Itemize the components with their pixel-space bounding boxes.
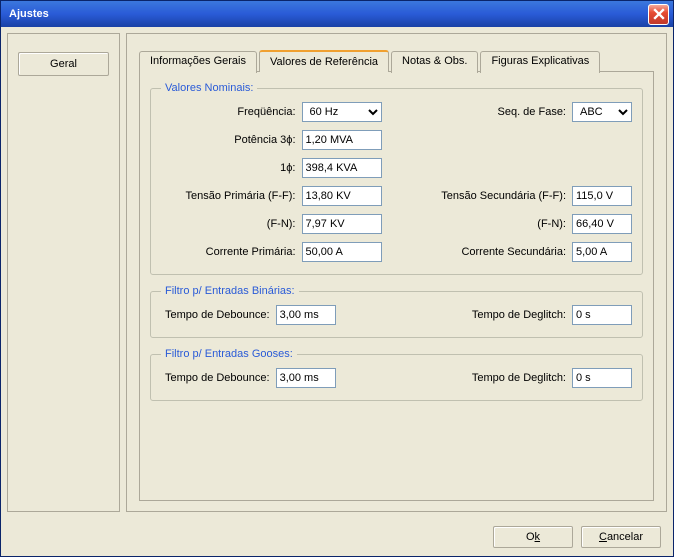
input-fn-sec[interactable] (572, 214, 632, 234)
tab-figuras-explicativas[interactable]: Figuras Explicativas (480, 51, 600, 73)
sidebar: Geral (7, 33, 120, 512)
label-goose-deglitch: Tempo de Deglitch: (412, 372, 567, 384)
input-goose-debounce[interactable] (276, 368, 336, 388)
label-fn-prim: (F-N): (161, 218, 296, 230)
label-tensao-prim-ff: Tensão Primária (F-F): (161, 190, 296, 202)
input-goose-deglitch[interactable] (572, 368, 632, 388)
input-bin-deglitch[interactable] (572, 305, 632, 325)
label-corrente-prim: Corrente Primária: (161, 246, 296, 258)
input-tensao-sec-ff[interactable] (572, 186, 632, 206)
group-valores-nominais: Valores Nominais: Freqüência: 60 Hz Seq.… (150, 82, 643, 275)
close-button[interactable] (648, 4, 669, 25)
label-frequencia: Freqüência: (161, 106, 296, 118)
label-goose-debounce: Tempo de Debounce: (165, 372, 270, 384)
footer: Ok Cancelar (1, 518, 673, 556)
legend-nominais: Valores Nominais: (161, 82, 257, 94)
input-1f[interactable] (302, 158, 382, 178)
settings-window: Ajustes Geral Informações Gerais Valores… (0, 0, 674, 557)
input-corrente-sec[interactable] (572, 242, 632, 262)
label-1f: 1ϕ: (161, 162, 296, 174)
ok-button[interactable]: Ok (493, 526, 573, 548)
input-corrente-prim[interactable] (302, 242, 382, 262)
tab-bar: Informações Gerais Valores de Referência… (139, 49, 654, 72)
label-seqfase: Seq. de Fase: (412, 106, 567, 118)
legend-gooses: Filtro p/ Entradas Gooses: (161, 348, 297, 360)
label-bin-debounce: Tempo de Debounce: (165, 309, 270, 321)
window-title: Ajustes (5, 8, 648, 20)
group-filtro-binarias: Filtro p/ Entradas Binárias: Tempo de De… (150, 285, 643, 338)
input-fn-prim[interactable] (302, 214, 382, 234)
select-seqfase[interactable]: ABC (572, 102, 632, 122)
titlebar: Ajustes (1, 1, 673, 27)
label-tensao-sec-ff: Tensão Secundária (F-F): (412, 190, 567, 202)
tab-notas-obs[interactable]: Notas & Obs. (391, 51, 478, 73)
select-frequencia[interactable]: 60 Hz (302, 102, 382, 122)
label-potencia3f: Potência 3ϕ: (161, 134, 296, 146)
close-icon (653, 8, 665, 20)
tab-content: Valores Nominais: Freqüência: 60 Hz Seq.… (139, 72, 654, 501)
body-area: Geral Informações Gerais Valores de Refe… (1, 27, 673, 518)
cancel-button[interactable]: Cancelar (581, 526, 661, 548)
label-fn-sec: (F-N): (412, 218, 567, 230)
tab-informacoes-gerais[interactable]: Informações Gerais (139, 51, 257, 73)
label-bin-deglitch: Tempo de Deglitch: (412, 309, 567, 321)
input-potencia3f[interactable] (302, 130, 382, 150)
label-corrente-sec: Corrente Secundária: (412, 246, 567, 258)
input-bin-debounce[interactable] (276, 305, 336, 325)
group-filtro-gooses: Filtro p/ Entradas Gooses: Tempo de Debo… (150, 348, 643, 401)
sidebar-item-geral[interactable]: Geral (18, 52, 109, 76)
input-tensao-prim-ff[interactable] (302, 186, 382, 206)
tab-valores-referencia[interactable]: Valores de Referência (259, 50, 389, 72)
legend-binarias: Filtro p/ Entradas Binárias: (161, 285, 299, 297)
main-panel: Informações Gerais Valores de Referência… (126, 33, 667, 512)
